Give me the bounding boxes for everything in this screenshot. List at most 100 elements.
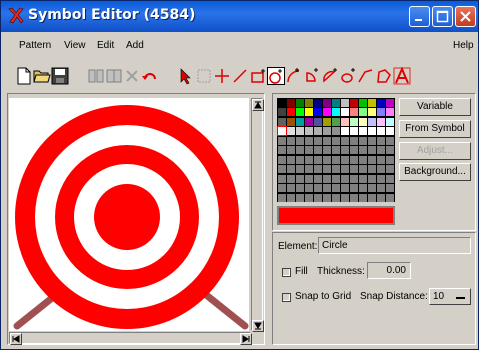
palette-swatch[interactable] xyxy=(278,175,286,183)
palette-swatch[interactable] xyxy=(305,194,313,202)
palette-swatch[interactable] xyxy=(332,146,340,154)
palette-swatch[interactable] xyxy=(277,126,287,136)
palette-swatch[interactable] xyxy=(359,184,367,192)
palette-swatch[interactable] xyxy=(287,118,295,126)
palette-swatch[interactable] xyxy=(296,184,304,192)
palette-swatch[interactable] xyxy=(323,194,331,202)
palette-swatch[interactable] xyxy=(278,184,286,192)
background-button[interactable]: Background... xyxy=(399,163,471,181)
palette-swatch[interactable] xyxy=(359,175,367,183)
palette-swatch[interactable] xyxy=(296,156,304,164)
palette-swatch[interactable] xyxy=(287,137,295,145)
title-bar[interactable]: Symbol Editor (4584) xyxy=(1,1,478,32)
palette-swatch[interactable] xyxy=(341,99,349,107)
palette-swatch[interactable] xyxy=(314,156,322,164)
palette-swatch[interactable] xyxy=(368,146,376,154)
menu-add[interactable]: Add xyxy=(126,40,144,51)
palette-swatch[interactable] xyxy=(368,99,376,107)
delete-button[interactable] xyxy=(123,67,141,85)
rectangle-tool[interactable] xyxy=(249,67,267,85)
horizontal-scrollbar[interactable] xyxy=(9,332,252,345)
palette-swatch[interactable] xyxy=(377,127,385,135)
palette-swatch[interactable] xyxy=(296,99,304,107)
palette-swatch[interactable] xyxy=(377,184,385,192)
palette-swatch[interactable] xyxy=(323,184,331,192)
palette-swatch[interactable] xyxy=(341,137,349,145)
variable-button[interactable]: Variable xyxy=(399,98,471,116)
palette-swatch[interactable] xyxy=(341,165,349,173)
palette-swatch[interactable] xyxy=(368,165,376,173)
palette-swatch[interactable] xyxy=(350,99,358,107)
palette-swatch[interactable] xyxy=(332,137,340,145)
palette-swatch[interactable] xyxy=(314,99,322,107)
palette-swatch[interactable] xyxy=(386,175,394,183)
palette-swatch[interactable] xyxy=(341,118,349,126)
palette-swatch[interactable] xyxy=(386,194,394,202)
palette-swatch[interactable] xyxy=(377,108,385,116)
palette-swatch[interactable] xyxy=(368,184,376,192)
palette-swatch[interactable] xyxy=(287,99,295,107)
palette-swatch[interactable] xyxy=(341,146,349,154)
circle-tool[interactable] xyxy=(267,67,285,85)
polyline-tool[interactable] xyxy=(357,67,375,85)
palette-swatch[interactable] xyxy=(386,108,394,116)
palette-swatch[interactable] xyxy=(386,165,394,173)
palette-swatch[interactable] xyxy=(305,108,313,116)
symbol-canvas[interactable] xyxy=(9,98,249,331)
palette-swatch[interactable] xyxy=(314,118,322,126)
palette-swatch[interactable] xyxy=(359,118,367,126)
palette-swatch[interactable] xyxy=(332,175,340,183)
palette-swatch[interactable] xyxy=(386,99,394,107)
palette-swatch[interactable] xyxy=(278,156,286,164)
palette-swatch[interactable] xyxy=(332,99,340,107)
palette-swatch[interactable] xyxy=(278,108,286,116)
palette-swatch[interactable] xyxy=(314,184,322,192)
scroll-up-button[interactable] xyxy=(252,99,264,111)
palette-swatch[interactable] xyxy=(341,108,349,116)
palette-swatch[interactable] xyxy=(332,184,340,192)
palette-swatch[interactable] xyxy=(386,146,394,154)
palette-swatch[interactable] xyxy=(296,146,304,154)
palette-swatch[interactable] xyxy=(287,108,295,116)
palette-swatch[interactable] xyxy=(350,165,358,173)
group-button[interactable] xyxy=(87,67,105,85)
palette-swatch[interactable] xyxy=(377,165,385,173)
palette-swatch[interactable] xyxy=(287,184,295,192)
palette-swatch[interactable] xyxy=(323,175,331,183)
polygon-tool[interactable] xyxy=(375,67,393,85)
palette-swatch[interactable] xyxy=(332,165,340,173)
palette-swatch[interactable] xyxy=(278,99,286,107)
palette-swatch[interactable] xyxy=(287,194,295,202)
pie-tool[interactable] xyxy=(303,67,321,85)
arc-tool[interactable] xyxy=(285,67,303,85)
palette-swatch[interactable] xyxy=(368,156,376,164)
point-tool[interactable] xyxy=(213,67,231,85)
menu-pattern[interactable]: Pattern xyxy=(19,40,51,51)
palette-swatch[interactable] xyxy=(296,194,304,202)
ellipse-tool[interactable] xyxy=(339,67,357,85)
palette-swatch[interactable] xyxy=(323,156,331,164)
chord-tool[interactable] xyxy=(321,67,339,85)
palette-swatch[interactable] xyxy=(359,137,367,145)
palette-swatch[interactable] xyxy=(386,118,394,126)
new-button[interactable] xyxy=(15,67,33,85)
palette-swatch[interactable] xyxy=(296,175,304,183)
palette-swatch[interactable] xyxy=(377,175,385,183)
palette-swatch[interactable] xyxy=(296,118,304,126)
palette-swatch[interactable] xyxy=(278,146,286,154)
palette-swatch[interactable] xyxy=(278,118,286,126)
close-button[interactable] xyxy=(455,6,476,27)
palette-swatch[interactable] xyxy=(341,175,349,183)
scroll-right-button[interactable] xyxy=(240,333,252,345)
palette-swatch[interactable] xyxy=(278,137,286,145)
palette-swatch[interactable] xyxy=(278,194,286,202)
adjust-button[interactable]: Adjust... xyxy=(399,142,471,160)
palette-swatch[interactable] xyxy=(287,156,295,164)
menu-help[interactable]: Help xyxy=(453,40,474,51)
palette-swatch[interactable] xyxy=(386,127,394,135)
palette-swatch[interactable] xyxy=(305,127,313,135)
palette-swatch[interactable] xyxy=(359,99,367,107)
palette-swatch[interactable] xyxy=(323,127,331,135)
save-button[interactable] xyxy=(51,67,69,85)
palette-swatch[interactable] xyxy=(305,165,313,173)
